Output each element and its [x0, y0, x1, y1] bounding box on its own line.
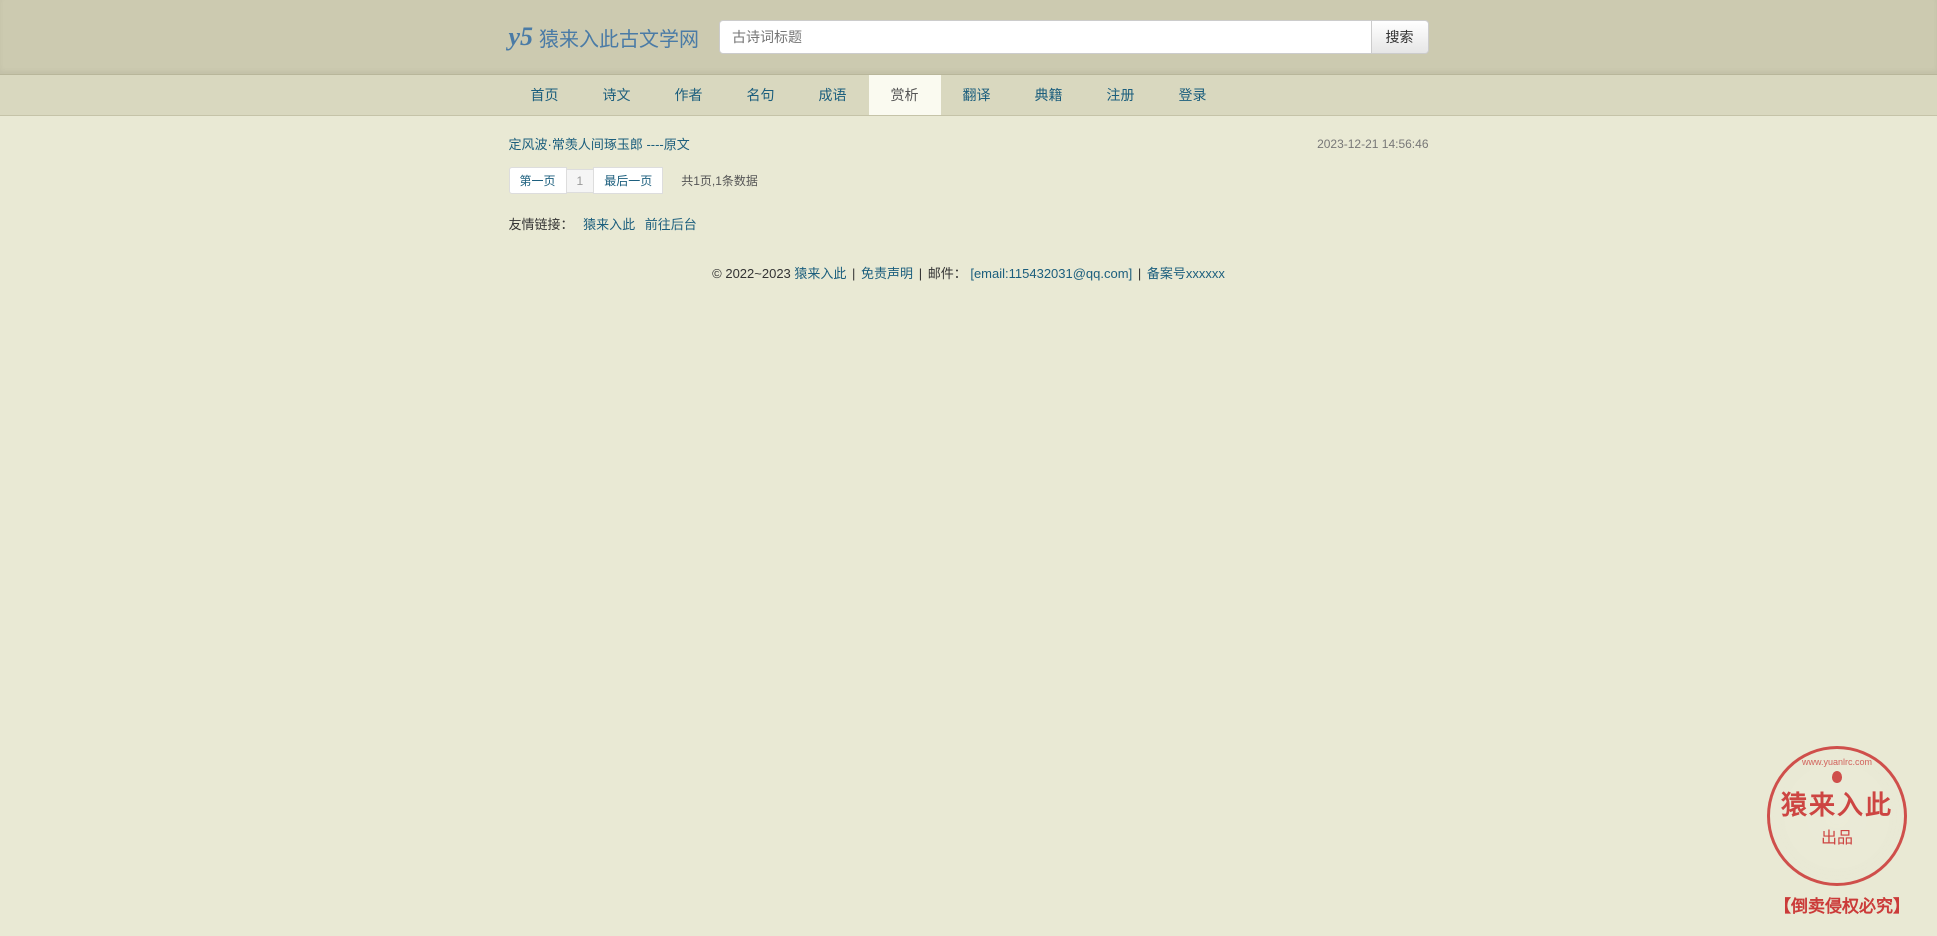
article-date: 2023-12-21 14:56:46 — [1317, 137, 1428, 151]
beian-link[interactable]: 备案号xxxxxx — [1147, 266, 1225, 281]
separator: | — [919, 266, 922, 281]
page-info: 共1页,1条数据 — [681, 172, 758, 189]
stamp-sub-text: 出品 — [1821, 824, 1853, 848]
page-last-button[interactable]: 最后一页 — [593, 167, 663, 194]
nav-item-3[interactable]: 名句 — [725, 75, 797, 115]
friend-label: 友情链接： — [509, 217, 574, 232]
nav-item-2[interactable]: 作者 — [653, 75, 725, 115]
friend-link-0[interactable]: 猿来入此 — [583, 217, 635, 232]
site-name: 猿来入此古文学网 — [539, 23, 699, 52]
nav-item-5[interactable]: 赏析 — [869, 75, 941, 115]
separator: | — [852, 266, 855, 281]
nav-item-8[interactable]: 注册 — [1085, 75, 1157, 115]
site-logo[interactable]: y5 猿来入此古文学网 — [509, 22, 700, 52]
logo-icon: y5 — [509, 22, 534, 52]
footer-site-link[interactable]: 猿来入此 — [794, 266, 846, 281]
article-title-link[interactable]: 定风波·常羡人间琢玉郎 ----原文 — [509, 134, 690, 153]
mail-label: 邮件： — [928, 266, 967, 281]
search-form: 搜索 — [719, 20, 1428, 54]
page-first-button[interactable]: 第一页 — [509, 167, 567, 194]
stamp-circle: www.yuanlrc.com 猿来入此 出品 — [1767, 746, 1907, 886]
stamp-arc-text: www.yuanlrc.com — [1802, 757, 1872, 767]
search-button[interactable]: 搜索 — [1372, 20, 1429, 54]
copyright-text: © 2022~2023 — [712, 266, 794, 281]
nav-item-0[interactable]: 首页 — [509, 75, 581, 115]
article-row: 定风波·常羡人间琢玉郎 ----原文 2023-12-21 14:56:46 — [509, 134, 1429, 153]
nav-item-1[interactable]: 诗文 — [581, 75, 653, 115]
stamp-bottom-text: 【倒卖侵权必究】 — [1767, 892, 1917, 917]
friend-links: 友情链接： 猿来入此 前往后台 — [509, 214, 1429, 233]
nav-item-6[interactable]: 翻译 — [941, 75, 1013, 115]
stamp-main-text: 猿来入此 — [1781, 785, 1893, 822]
separator: | — [1138, 266, 1141, 281]
footer: © 2022~2023 猿来入此 | 免责声明 | 邮件： [email:115… — [509, 253, 1429, 312]
watermark-stamp: www.yuanlrc.com 猿来入此 出品 【倒卖侵权必究】 — [1767, 746, 1917, 916]
page-current: 1 — [566, 169, 595, 193]
email-link[interactable]: [email:115432031@qq.com] — [970, 266, 1132, 281]
pagination: 第一页 1 最后一页 共1页,1条数据 — [509, 167, 1429, 194]
friend-link-1[interactable]: 前往后台 — [645, 217, 697, 232]
stamp-dot-icon — [1832, 771, 1842, 783]
disclaimer-link[interactable]: 免责声明 — [861, 266, 913, 281]
nav-item-9[interactable]: 登录 — [1157, 75, 1229, 115]
main-content: 定风波·常羡人间琢玉郎 ----原文 2023-12-21 14:56:46 第一… — [509, 116, 1429, 312]
header-bar: y5 猿来入此古文学网 搜索 — [0, 0, 1937, 75]
search-input[interactable] — [719, 20, 1371, 54]
nav-item-4[interactable]: 成语 — [797, 75, 869, 115]
nav-bar: 首页诗文作者名句成语赏析翻译典籍注册登录 — [0, 75, 1937, 116]
nav-item-7[interactable]: 典籍 — [1013, 75, 1085, 115]
